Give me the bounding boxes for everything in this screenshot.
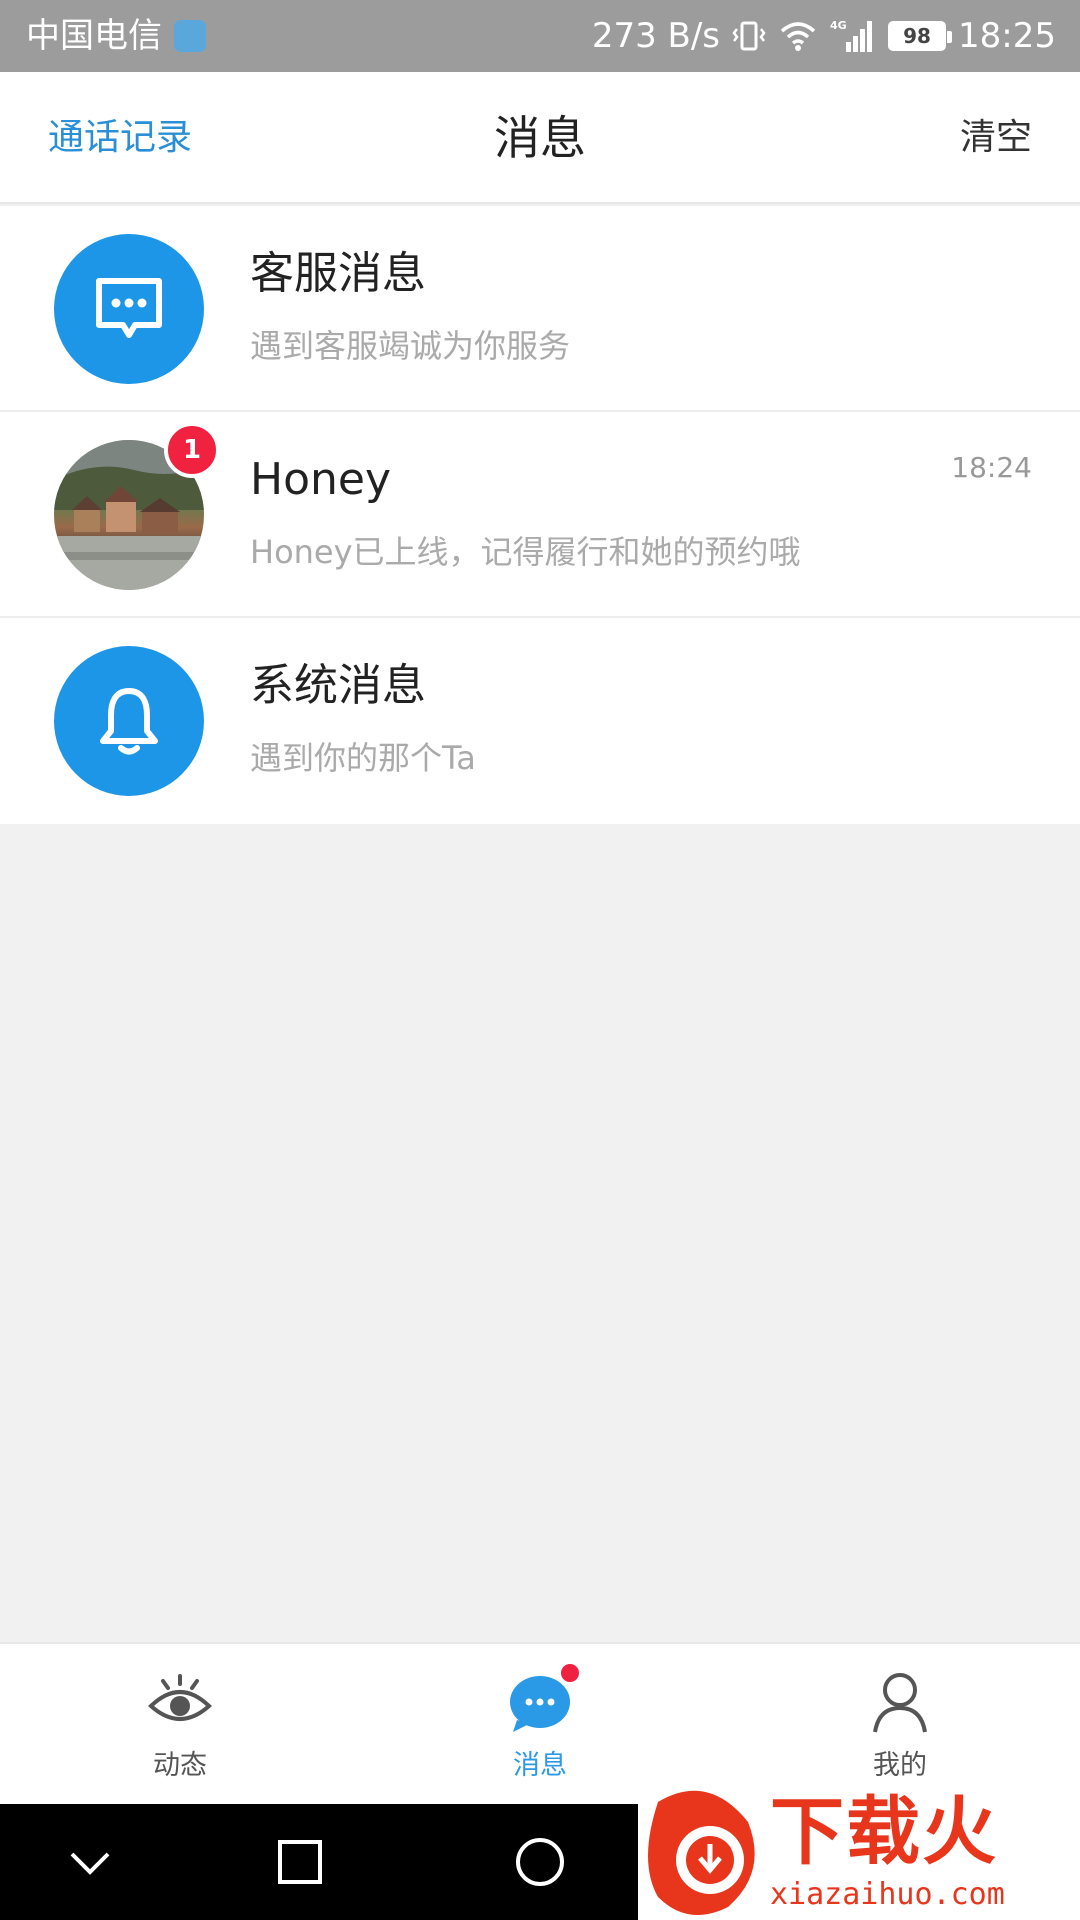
eye-icon xyxy=(147,1670,213,1734)
svg-text:4G: 4G xyxy=(830,19,847,32)
conversation-name: 客服消息 xyxy=(250,248,426,299)
watermark-text: 下载火 xyxy=(770,1789,998,1875)
bell-icon xyxy=(100,688,158,755)
message-list: 客服消息 遇到客服竭诚为你服务 1 Honey 18:24 Honey已上线，记… xyxy=(0,206,1080,824)
battery-icon: 98 xyxy=(888,21,953,51)
list-item-honey[interactable]: 1 Honey 18:24 Honey已上线，记得履行和她的预约哦 xyxy=(0,412,1080,618)
wifi-icon xyxy=(778,19,818,53)
bottom-tab-bar: 动态 消息 我的 xyxy=(0,1642,1080,1804)
list-item-system-messages[interactable]: 系统消息 遇到你的那个Ta xyxy=(0,618,1080,824)
signal-icon: 4G xyxy=(830,18,876,54)
recent-apps-button[interactable] xyxy=(270,1832,330,1892)
list-item-customer-service[interactable]: 客服消息 遇到客服竭诚为你服务 xyxy=(0,206,1080,412)
net-speed: 273 B/s xyxy=(591,16,721,56)
conversation-time: 18:24 xyxy=(951,451,1032,484)
tab-label: 消息 xyxy=(513,1750,567,1781)
tab-label: 动态 xyxy=(153,1750,207,1781)
chevron-down-icon[interactable] xyxy=(60,1832,120,1892)
tab-label: 我的 xyxy=(873,1750,927,1781)
tab-messages[interactable]: 消息 xyxy=(360,1644,720,1804)
watermark-logo: 下载火 xiazaihuo.com xyxy=(638,1782,1080,1920)
notification-dot xyxy=(561,1664,579,1682)
top-header: 通话记录 消息 清空 xyxy=(0,72,1080,204)
chat-bubble-icon xyxy=(96,278,162,338)
tab-profile[interactable]: 我的 xyxy=(720,1644,1080,1804)
status-icons: 273 B/s 4G 98 18:25 xyxy=(592,14,1056,58)
conversation-preview: Honey已上线，记得履行和她的预约哦 xyxy=(250,533,801,571)
clock: 18:25 xyxy=(958,16,1056,56)
status-bar: 中国电信 273 B/s 4G 98 18:25 xyxy=(0,0,1080,72)
battery-level: 98 xyxy=(891,24,944,48)
watermark-url: xiazaihuo.com xyxy=(770,1877,1005,1912)
vibrate-icon xyxy=(732,19,766,53)
conversation-name: 系统消息 xyxy=(250,660,426,711)
clear-button[interactable]: 清空 xyxy=(960,114,1032,162)
page-title: 消息 xyxy=(494,111,586,165)
unread-badge: 1 xyxy=(164,422,220,478)
carrier-name: 中国电信 xyxy=(26,16,162,56)
home-button[interactable] xyxy=(510,1832,570,1892)
person-icon xyxy=(867,1670,933,1734)
avatar xyxy=(54,646,204,796)
app-notification-icon xyxy=(174,20,206,52)
conversation-preview: 遇到你的那个Ta xyxy=(250,739,476,777)
avatar xyxy=(54,234,204,384)
conversation-name: Honey xyxy=(250,454,392,505)
chat-bubble-icon xyxy=(507,1664,579,1734)
tab-feed[interactable]: 动态 xyxy=(0,1644,360,1804)
conversation-preview: 遇到客服竭诚为你服务 xyxy=(250,327,571,365)
